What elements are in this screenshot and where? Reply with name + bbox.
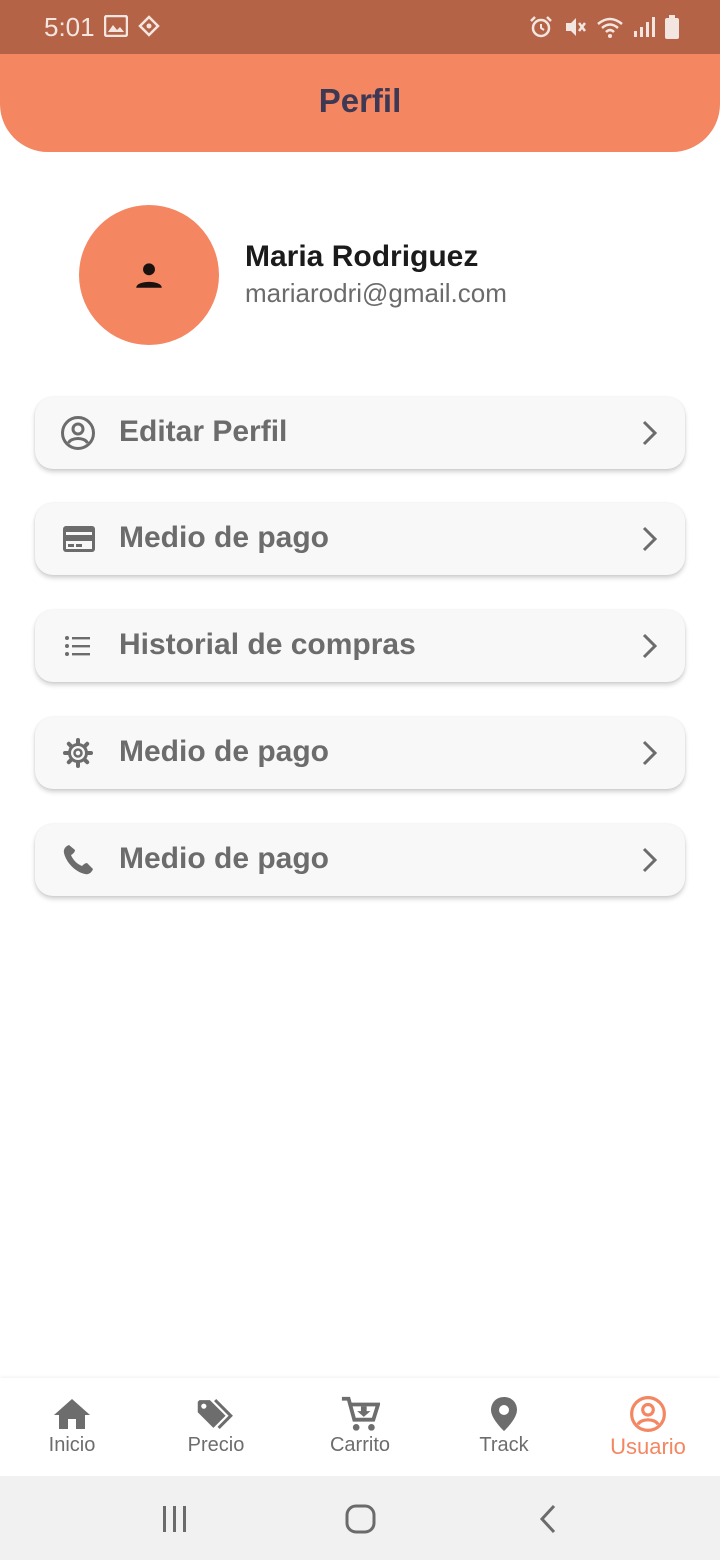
nav-label: Precio [187, 1434, 245, 1456]
status-left-icons [104, 15, 160, 37]
back-icon[interactable] [532, 1502, 566, 1536]
tags-icon [197, 1399, 233, 1429]
menu-item-configuracion[interactable]: Medio de pago [35, 717, 685, 789]
bottom-nav: Inicio Precio Carrito Track Usuario [0, 1378, 720, 1476]
avatar [79, 205, 219, 345]
status-time: 5:01 [44, 12, 95, 42]
diamond-icon [138, 15, 160, 37]
nav-item-inicio[interactable]: Inicio [0, 1378, 144, 1476]
wifi-icon [597, 17, 623, 38]
nav-label: Track [479, 1434, 529, 1456]
nav-item-usuario[interactable]: Usuario [576, 1378, 720, 1476]
menu-item-medio-de-pago[interactable]: Medio de pago [35, 503, 685, 575]
phone-icon [63, 845, 93, 875]
nav-label: Inicio [48, 1434, 96, 1456]
image-icon [104, 15, 128, 37]
profile-name: Maria Rodriguez [245, 240, 479, 273]
chevron-right-icon [642, 740, 658, 766]
account-circle-icon [630, 1396, 666, 1432]
battery-icon [665, 15, 679, 39]
recent-apps-icon[interactable] [158, 1502, 192, 1536]
mute-icon [566, 18, 586, 36]
chevron-right-icon [642, 420, 658, 446]
menu-label: Medio de pago [119, 842, 329, 875]
menu-item-telefono[interactable]: Medio de pago [35, 824, 685, 896]
person-icon [136, 263, 162, 288]
nav-item-carrito[interactable]: Carrito [288, 1378, 432, 1476]
menu-label: Historial de compras [119, 628, 416, 661]
nav-label: Usuario [610, 1434, 686, 1459]
nav-item-precio[interactable]: Precio [144, 1378, 288, 1476]
nav-label: Carrito [329, 1434, 390, 1456]
alarm-icon [530, 16, 552, 38]
gear-icon [63, 738, 93, 768]
page-title: Perfil [318, 82, 402, 119]
menu-item-historial-de-compras[interactable]: Historial de compras [35, 610, 685, 682]
menu-label: Medio de pago [119, 735, 329, 768]
chevron-right-icon [642, 526, 658, 552]
menu-label: Editar Perfil [119, 415, 288, 448]
system-nav-bar [0, 1476, 720, 1560]
cart-icon [341, 1396, 380, 1431]
chevron-right-icon [642, 847, 658, 873]
signal-icon [634, 17, 655, 37]
header: Perfil [0, 54, 720, 152]
list-icon [65, 636, 90, 656]
status-bar: 5:01 [0, 0, 720, 54]
home-button-icon[interactable] [344, 1502, 378, 1536]
credit-card-icon [63, 526, 95, 552]
status-right-icons [528, 14, 680, 40]
profile-email: mariarodri@gmail.com [245, 278, 507, 308]
home-icon [54, 1399, 90, 1429]
location-pin-icon [491, 1397, 517, 1431]
menu-item-editar-perfil[interactable]: Editar Perfil [35, 397, 685, 469]
nav-item-track[interactable]: Track [432, 1378, 576, 1476]
chevron-right-icon [642, 633, 658, 659]
menu-label: Medio de pago [119, 521, 329, 554]
account-circle-icon [61, 416, 95, 450]
